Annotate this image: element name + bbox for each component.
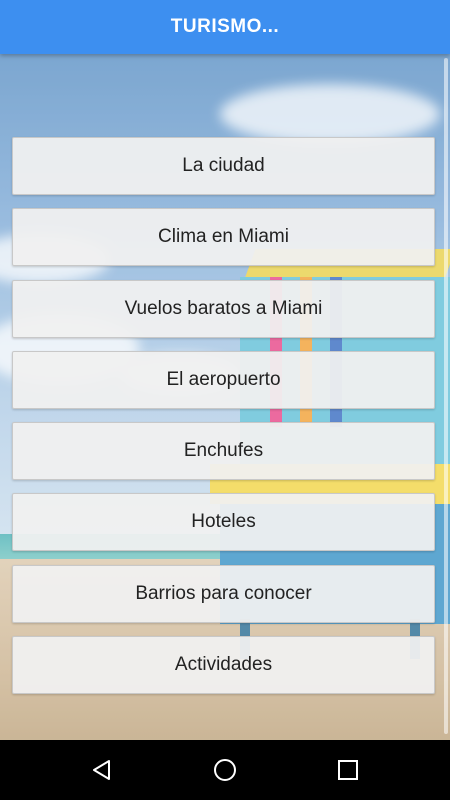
app-bar: TURISMO... [0, 0, 450, 54]
recents-icon [338, 760, 359, 780]
menu-item-enchufes[interactable]: Enchufes [12, 422, 435, 481]
menu-list: La ciudad Clima en Miami Vuelos baratos … [12, 137, 435, 707]
menu-item-actividades[interactable]: Actividades [12, 636, 435, 695]
home-icon [213, 759, 236, 781]
home-button[interactable] [195, 740, 255, 800]
recents-button[interactable] [318, 740, 378, 800]
menu-item-aeropuerto[interactable]: El aeropuerto [12, 350, 435, 409]
menu-item-vuelos[interactable]: Vuelos baratos a Miami [12, 279, 435, 338]
back-icon [92, 760, 110, 780]
scrollbar[interactable] [444, 58, 448, 734]
app-title: TURISMO... [170, 16, 280, 37]
menu-item-clima[interactable]: Clima en Miami [12, 208, 435, 267]
main-content: La ciudad Clima en Miami Vuelos baratos … [0, 54, 450, 740]
menu-item-barrios[interactable]: Barrios para conocer [12, 564, 435, 623]
navigation-bar [0, 740, 450, 800]
menu-item-hoteles[interactable]: Hoteles [12, 493, 435, 552]
back-button[interactable] [72, 740, 132, 800]
menu-item-la-ciudad[interactable]: La ciudad [12, 137, 435, 195]
